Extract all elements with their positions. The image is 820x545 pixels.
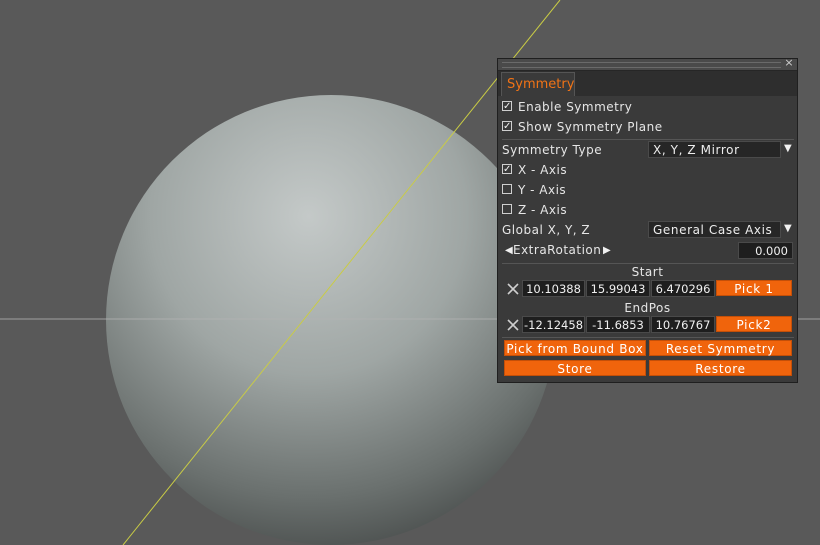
z-axis-label: Z - Axis xyxy=(518,203,568,217)
y-axis-checkbox[interactable] xyxy=(502,184,512,194)
divider xyxy=(502,139,794,140)
chevron-down-icon[interactable]: ▼ xyxy=(784,223,792,234)
enable-symmetry-checkbox[interactable]: ✓ xyxy=(502,101,512,112)
extra-rotation-label: ExtraRotation xyxy=(513,243,602,257)
sphere-mesh[interactable] xyxy=(106,95,556,545)
x-axis-checkbox[interactable]: ✓ xyxy=(502,164,512,175)
chevron-down-icon[interactable]: ▼ xyxy=(784,143,792,154)
show-symmetry-plane-toggle[interactable]: ✓ Show Symmetry Plane xyxy=(502,118,794,136)
z-axis-toggle[interactable]: Z - Axis xyxy=(502,201,794,219)
x-axis-label: X - Axis xyxy=(518,163,568,177)
end-x-input[interactable]: -12.12458 xyxy=(522,316,585,333)
z-axis-checkbox[interactable] xyxy=(502,204,512,214)
symmetry-type-dropdown[interactable]: X, Y, Z Mirror xyxy=(648,141,781,158)
divider xyxy=(502,263,794,264)
extra-rotation-input[interactable]: 0.000 xyxy=(738,242,793,259)
pick-bound-box-button[interactable]: Pick from Bound Box xyxy=(504,340,646,356)
global-xyz-label: Global X, Y, Z xyxy=(502,223,591,237)
show-plane-checkbox[interactable]: ✓ xyxy=(502,121,512,132)
chevron-right-icon[interactable]: ▶ xyxy=(603,245,611,256)
start-z-input[interactable]: 6.470296 xyxy=(651,280,715,297)
global-axis-dropdown[interactable]: General Case Axis xyxy=(648,221,781,238)
endpos-label: EndPos xyxy=(624,301,671,315)
reset-symmetry-button[interactable]: Reset Symmetry xyxy=(649,340,792,356)
close-icon[interactable]: × xyxy=(783,57,795,69)
pick-end-button[interactable]: Pick2 xyxy=(716,316,792,332)
pick-start-button[interactable]: Pick 1 xyxy=(716,280,792,296)
symmetry-type-label: Symmetry Type xyxy=(502,143,603,157)
end-y-input[interactable]: -11.6853 xyxy=(586,316,650,333)
show-plane-label: Show Symmetry Plane xyxy=(518,120,663,134)
start-y-input[interactable]: 15.99043 xyxy=(586,280,650,297)
tab-bar: Symmetry xyxy=(498,71,797,96)
enable-symmetry-label: Enable Symmetry xyxy=(518,100,633,114)
symmetry-panel: × Symmetry ✓ Enable Symmetry ✓ Show Symm… xyxy=(497,57,798,383)
chevron-left-icon[interactable]: ◀ xyxy=(505,245,513,256)
drag-grip[interactable] xyxy=(502,62,781,68)
end-z-input[interactable]: 10.76767 xyxy=(651,316,715,333)
enable-symmetry-toggle[interactable]: ✓ Enable Symmetry xyxy=(502,98,794,116)
clear-start-icon[interactable] xyxy=(506,282,520,296)
divider xyxy=(502,337,794,338)
y-axis-label: Y - Axis xyxy=(518,183,567,197)
store-button[interactable]: Store xyxy=(504,360,646,376)
restore-button[interactable]: Restore xyxy=(649,360,792,376)
tab-symmetry[interactable]: Symmetry xyxy=(501,72,575,96)
start-label: Start xyxy=(631,265,664,279)
panel-titlebar[interactable]: × xyxy=(498,57,797,71)
clear-end-icon[interactable] xyxy=(506,318,520,332)
start-x-input[interactable]: 10.10388 xyxy=(522,280,585,297)
x-axis-toggle[interactable]: ✓ X - Axis xyxy=(502,161,794,179)
y-axis-toggle[interactable]: Y - Axis xyxy=(502,181,794,199)
